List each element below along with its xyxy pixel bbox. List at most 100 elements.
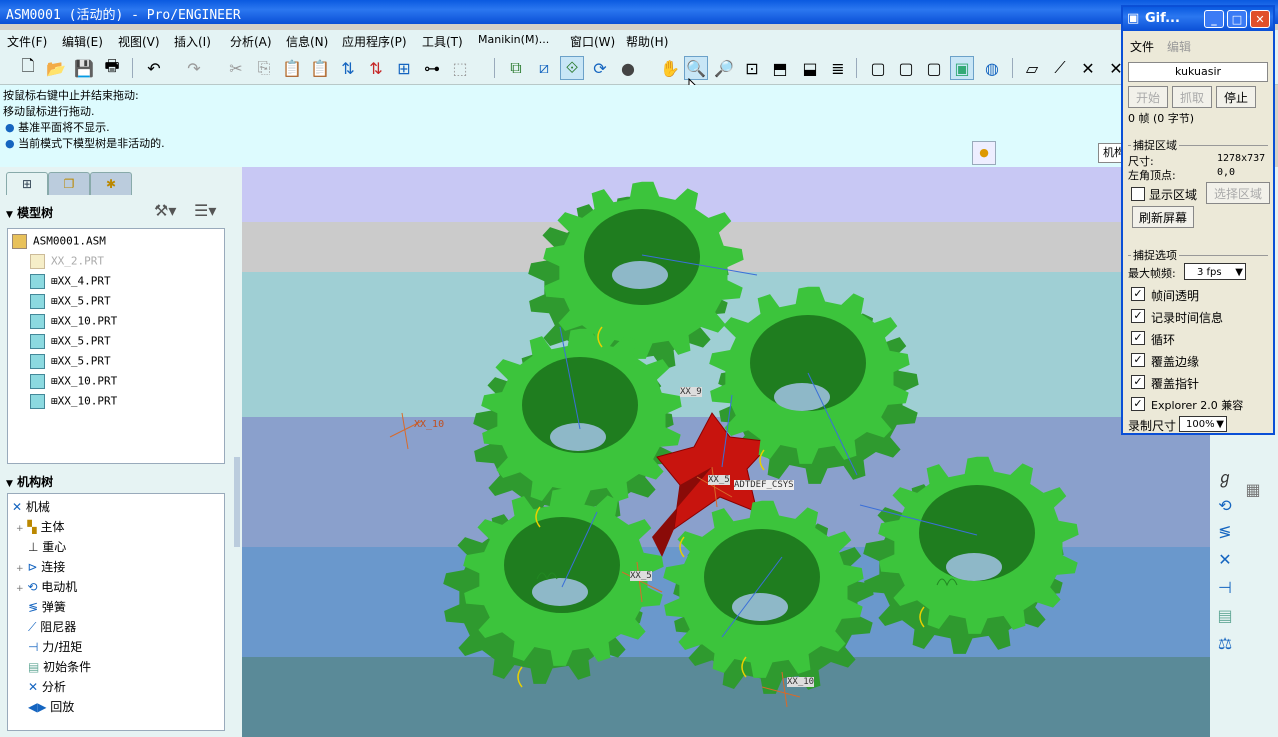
cover-pointer-checkbox[interactable]: ✓ <box>1131 375 1145 389</box>
model-tree-icon[interactable]: ⊞ <box>392 56 416 80</box>
mech-item[interactable]: ◀▶ 回放 <box>28 698 74 715</box>
tab-folder-browser[interactable]: ❐ <box>48 172 90 195</box>
mech-item[interactable]: ▤ 初始条件 <box>28 658 91 675</box>
maximize-button[interactable]: □ <box>1227 10 1247 28</box>
initial-condition-tool-icon[interactable]: ▤ <box>1214 605 1236 627</box>
tree-root[interactable]: ASM0001.ASM <box>12 234 106 249</box>
mass-properties-tool-icon[interactable]: ⚖ <box>1214 633 1236 655</box>
appearance-icon[interactable]: ◍ <box>980 56 1004 80</box>
tree-item[interactable]: ⊞XX_10.PRT <box>30 394 117 409</box>
mech-item[interactable]: + ⊳ 连接 <box>16 558 65 575</box>
model-tree-header[interactable]: ▼ 模型树 <box>6 204 53 221</box>
regenerate-icon[interactable]: ⇅ <box>336 56 360 80</box>
tree-item[interactable]: ⊞XX_5.PRT <box>30 294 111 309</box>
cut-icon[interactable]: ✂ <box>224 56 248 80</box>
menu-view[interactable]: 视图(V) <box>118 33 160 50</box>
explorer-compat-checkbox[interactable]: ✓ <box>1131 397 1145 411</box>
tree-item[interactable]: ⊞XX_10.PRT <box>30 374 117 389</box>
menu-window[interactable]: 窗口(W) <box>570 33 615 50</box>
mech-item[interactable]: + ▚ 主体 <box>16 518 64 535</box>
reorient-icon[interactable]: ⬒ <box>768 56 792 80</box>
mech-item[interactable]: ✕ 分析 <box>28 678 66 695</box>
select-box-icon[interactable]: ⬚ <box>448 56 472 80</box>
status-light-icon[interactable]: ● <box>972 141 996 165</box>
record-time-checkbox[interactable]: ✓ <box>1131 309 1145 323</box>
hidden-line-icon[interactable]: ▢ <box>894 56 918 80</box>
layers-icon[interactable]: ≣ <box>826 56 850 80</box>
paste-icon[interactable]: 📋 <box>280 56 304 80</box>
menu-info[interactable]: 信息(N) <box>286 33 328 50</box>
zoom-out-icon[interactable]: 🔎 <box>712 56 736 80</box>
servo-motor-tool-icon[interactable]: ⟲ <box>1214 495 1236 517</box>
datum-axes-icon[interactable]: ⟋ <box>1048 56 1072 80</box>
menu-tools[interactable]: 工具(T) <box>422 33 463 50</box>
mech-root[interactable]: ✕ 机械 <box>12 498 50 515</box>
datum-planes-icon[interactable]: ▱ <box>1020 56 1044 80</box>
user-field[interactable]: kukuasir <box>1128 62 1268 82</box>
graphics-viewport[interactable]: XX_10 XX_9 XX_5 ADTDEF_CSYS XX_5 XX_10 <box>242 167 1210 737</box>
menu-manikin[interactable]: Manikin(M)... <box>478 33 549 46</box>
paste-special-icon[interactable]: 📋 <box>308 56 332 80</box>
shade-sphere-icon[interactable]: ● <box>616 56 640 80</box>
gif-menu-edit[interactable]: 编辑 <box>1167 38 1191 55</box>
menu-insert[interactable]: 插入(I) <box>174 33 211 50</box>
drag-icon[interactable]: ⟳ <box>588 56 612 80</box>
menu-help[interactable]: 帮助(H) <box>626 33 668 50</box>
new-file-icon[interactable]: 🗋 <box>16 56 40 80</box>
copy-icon[interactable]: ⎘ <box>252 56 276 80</box>
grid-tool-icon[interactable]: ▦ <box>1242 479 1264 501</box>
open-folder-icon[interactable]: 📂 <box>44 56 68 80</box>
transparent-frames-checkbox[interactable]: ✓ <box>1131 287 1145 301</box>
max-fps-select[interactable]: 3 fps ▼ <box>1184 263 1246 280</box>
minimize-button[interactable]: _ <box>1204 10 1224 28</box>
shading-icon[interactable]: ▣ <box>950 56 974 80</box>
pan-hand-icon[interactable]: ✋ <box>658 56 682 80</box>
mech-item[interactable]: + ⟲ 电动机 <box>16 578 77 595</box>
start-button[interactable]: 开始 <box>1128 86 1168 108</box>
saved-views-icon[interactable]: ⬓ <box>798 56 822 80</box>
record-size-select[interactable]: 100% ▼ <box>1179 416 1227 432</box>
zoom-in-icon[interactable]: 🔍 <box>684 56 708 80</box>
wireframe-icon[interactable]: ▢ <box>866 56 890 80</box>
tree-item[interactable]: ⊞XX_5.PRT <box>30 354 111 369</box>
cover-edges-checkbox[interactable]: ✓ <box>1131 353 1145 367</box>
grab-button[interactable]: 抓取 <box>1172 86 1212 108</box>
refit-icon[interactable]: ⊡ <box>740 56 764 80</box>
find-binoculars-icon[interactable]: ⊶ <box>420 56 444 80</box>
loop-checkbox[interactable]: ✓ <box>1131 331 1145 345</box>
damper-tool-icon[interactable]: ✕ <box>1214 549 1236 571</box>
mech-item[interactable]: ⊥ 重心 <box>28 538 66 555</box>
tree-item[interactable]: ⊞XX_4.PRT <box>30 274 111 289</box>
close-button[interactable]: ✕ <box>1250 10 1270 28</box>
gif-menu-file[interactable]: 文件 <box>1130 38 1154 55</box>
stop-button[interactable]: 停止 <box>1216 86 1256 108</box>
menu-applications[interactable]: 应用程序(P) <box>342 33 407 50</box>
print-icon[interactable]: 🖶 <box>100 56 124 80</box>
regenerate-manager-icon[interactable]: ⇅ <box>364 56 388 80</box>
show-area-checkbox[interactable] <box>1131 187 1145 201</box>
no-hidden-icon[interactable]: ▢ <box>922 56 946 80</box>
menu-file[interactable]: 文件(F) <box>7 33 47 50</box>
datum-points-icon[interactable]: ✕ <box>1076 56 1100 80</box>
menu-analysis[interactable]: 分析(A) <box>230 33 272 50</box>
save-icon[interactable]: 💾 <box>72 56 96 80</box>
force-tool-icon[interactable]: ⊣ <box>1214 577 1236 599</box>
menu-edit[interactable]: 编辑(E) <box>62 33 103 50</box>
tab-model-tree[interactable]: ⊞ <box>6 172 48 195</box>
gravity-tool-icon[interactable]: ℊ <box>1214 467 1236 489</box>
mech-item[interactable]: ⊣ 力/扭矩 <box>28 638 82 655</box>
undo-icon[interactable]: ↶ <box>142 56 166 80</box>
tree-item[interactable]: ⊞XX_5.PRT <box>30 334 111 349</box>
show-list-icon[interactable]: ☰▾ <box>194 201 216 220</box>
refresh-screen-button[interactable]: 刷新屏幕 <box>1132 206 1194 228</box>
mech-item[interactable]: ≶ 弹簧 <box>28 598 66 615</box>
orient-mode-icon[interactable]: ⟐ <box>560 56 584 80</box>
settings-tools-icon[interactable]: ⚒▾ <box>154 201 176 220</box>
redo-icon[interactable]: ↷ <box>182 56 206 80</box>
panel-splitter[interactable] <box>234 457 240 547</box>
mech-item[interactable]: ⟋ 阻尼器 <box>28 618 76 635</box>
spring-tool-icon[interactable]: ≶ <box>1214 521 1236 543</box>
tree-item[interactable]: ⊞XX_10.PRT <box>30 314 117 329</box>
mech-tree-header[interactable]: ▼ 机构树 <box>6 473 53 490</box>
tab-favorites[interactable]: ✱ <box>90 172 132 195</box>
